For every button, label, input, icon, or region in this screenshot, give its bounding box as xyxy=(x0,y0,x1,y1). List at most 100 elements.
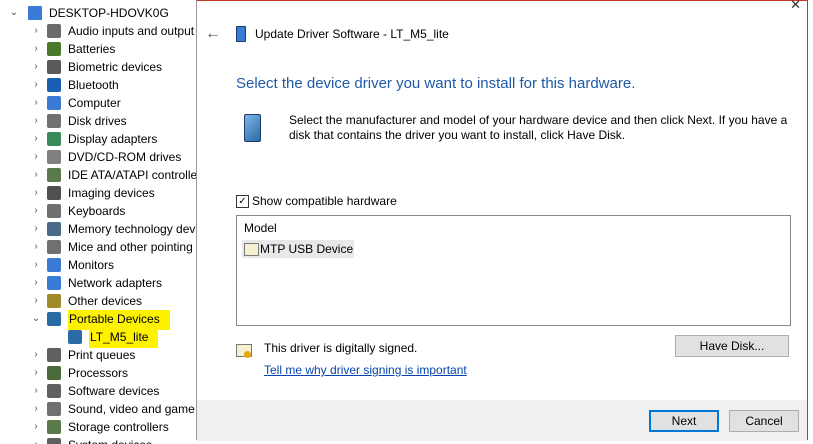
chevron-right-icon[interactable]: › xyxy=(30,418,42,436)
chevron-down-icon[interactable]: ⌄ xyxy=(8,4,20,22)
ide-controller-icon xyxy=(47,168,61,182)
tree-item-lt-m5-lite[interactable]: LT_M5_lite xyxy=(0,328,200,348)
chevron-right-icon[interactable]: › xyxy=(30,364,42,382)
tree-item-dvd-cd-rom-drives[interactable]: › DVD/CD-ROM drives xyxy=(0,148,200,166)
tree-item-memory-technology-dev[interactable]: › Memory technology dev xyxy=(0,220,200,238)
tree-item-processors[interactable]: › Processors xyxy=(0,364,200,382)
tree-item-monitors[interactable]: › Monitors xyxy=(0,256,200,274)
chevron-down-icon[interactable]: ⌄ xyxy=(30,310,42,328)
chevron-right-icon[interactable]: › xyxy=(30,382,42,400)
chevron-right-icon[interactable]: › xyxy=(30,130,42,148)
tree-item-audio-inputs-and-output[interactable]: › Audio inputs and output xyxy=(0,22,200,40)
tree-item-label: Network adapters xyxy=(68,276,163,290)
tree-item-label: DVD/CD-ROM drives xyxy=(68,150,182,164)
tree-item-computer[interactable]: › Computer xyxy=(0,94,200,112)
tree-item-batteries[interactable]: › Batteries xyxy=(0,40,200,58)
chevron-right-icon[interactable]: › xyxy=(30,202,42,220)
storage-controller-icon xyxy=(47,420,61,434)
display-adapter-icon xyxy=(47,132,61,146)
chevron-right-icon[interactable]: › xyxy=(30,40,42,58)
mouse-icon xyxy=(47,240,61,254)
bluetooth-icon xyxy=(47,78,61,92)
tree-item-imaging-devices[interactable]: › Imaging devices xyxy=(0,184,200,202)
tree-item-system-devices[interactable]: › System devices xyxy=(0,436,200,444)
close-icon[interactable]: ✕ xyxy=(790,0,801,13)
back-arrow-icon[interactable]: ← xyxy=(205,25,221,43)
tree-item-label: Batteries xyxy=(68,42,116,56)
tree-item-label: Sound, video and game xyxy=(68,402,195,416)
chevron-right-icon[interactable]: › xyxy=(30,148,42,166)
tree-item-display-adapters[interactable]: › Display adapters xyxy=(0,130,200,148)
have-disk-button[interactable]: Have Disk... xyxy=(675,335,789,357)
chevron-right-icon[interactable]: › xyxy=(30,220,42,238)
certificate-seal-icon xyxy=(244,351,251,358)
chevron-right-icon[interactable]: › xyxy=(30,166,42,184)
tree-item-label: Memory technology dev xyxy=(68,222,196,236)
dvd-drive-icon xyxy=(47,150,61,164)
tree-item-disk-drives[interactable]: › Disk drives xyxy=(0,112,200,130)
model-column-header[interactable]: Model xyxy=(244,221,277,235)
tree-item-sound-video-and-game[interactable]: › Sound, video and game xyxy=(0,400,200,418)
chevron-right-icon[interactable]: › xyxy=(30,436,42,444)
tree-item-ide-ata-atapi-controlle[interactable]: › IDE ATA/ATAPI controlle xyxy=(0,166,200,184)
chevron-right-icon[interactable]: › xyxy=(30,346,42,364)
tree-item-other-devices[interactable]: › Other devices xyxy=(0,292,200,310)
chevron-right-icon[interactable]: › xyxy=(30,112,42,130)
tree-item-keyboards[interactable]: › Keyboards xyxy=(0,202,200,220)
next-button[interactable]: Next xyxy=(649,410,719,432)
chevron-right-icon[interactable]: › xyxy=(30,76,42,94)
signed-text: This driver is digitally signed. xyxy=(264,341,418,355)
tree-root[interactable]: ⌄ DESKTOP-HDOVK0G xyxy=(0,4,200,22)
computer-icon xyxy=(47,96,61,110)
tree-item-portable-devices[interactable]: ⌄ Portable Devices xyxy=(0,310,200,330)
portable-device-icon xyxy=(68,330,82,344)
chevron-right-icon[interactable]: › xyxy=(30,94,42,112)
chevron-right-icon[interactable]: › xyxy=(30,274,42,292)
processor-icon xyxy=(47,366,61,380)
tree-item-network-adapters[interactable]: › Network adapters xyxy=(0,274,200,292)
portable-device-icon xyxy=(244,114,261,142)
tree-item-label: IDE ATA/ATAPI controlle xyxy=(68,168,198,182)
tree-item-label: Bluetooth xyxy=(68,78,119,92)
page-heading: Select the device driver you want to ins… xyxy=(236,75,636,92)
device-title-icon xyxy=(236,26,246,42)
tree-item-mice-and-other-pointing[interactable]: › Mice and other pointing xyxy=(0,238,200,256)
driver-signing-link[interactable]: Tell me why driver signing is important xyxy=(264,363,467,377)
chevron-right-icon[interactable]: › xyxy=(30,400,42,418)
device-tree: ⌄ DESKTOP-HDOVK0G › Audio inputs and outp… xyxy=(0,0,200,444)
tree-item-biometric-devices[interactable]: › Biometric devices xyxy=(0,58,200,76)
chevron-right-icon[interactable]: › xyxy=(30,292,42,310)
tree-item-label: LT_M5_lite xyxy=(89,328,159,348)
tree-item-label: Monitors xyxy=(68,258,115,272)
camera-icon xyxy=(47,186,61,200)
tree-root-label: DESKTOP-HDOVK0G xyxy=(49,6,169,20)
tree-item-storage-controllers[interactable]: › Storage controllers xyxy=(0,418,200,436)
tree-item-label: Storage controllers xyxy=(68,420,169,434)
tree-item-label: Processors xyxy=(68,366,129,380)
tree-item-label: Software devices xyxy=(68,384,160,398)
portable-device-icon xyxy=(47,312,61,326)
tree-item-label: Print queues xyxy=(68,348,136,362)
dialog-title: Update Driver Software - LT_M5_lite xyxy=(255,27,449,41)
checkbox-box[interactable]: ✓ xyxy=(236,195,249,208)
show-compatible-label: Show compatible hardware xyxy=(252,194,397,208)
chevron-right-icon[interactable]: › xyxy=(30,184,42,202)
tree-item-label: Other devices xyxy=(68,294,143,308)
chevron-right-icon[interactable]: › xyxy=(30,22,42,40)
monitor-icon xyxy=(47,258,61,272)
tree-item-print-queues[interactable]: › Print queues xyxy=(0,346,200,364)
tree-item-label: Portable Devices xyxy=(68,310,170,330)
tree-item-label: Disk drives xyxy=(68,114,127,128)
system-device-icon xyxy=(47,438,61,444)
chevron-right-icon[interactable]: › xyxy=(30,238,42,256)
chevron-right-icon[interactable]: › xyxy=(30,256,42,274)
model-list[interactable]: Model MTP USB Device xyxy=(236,215,791,326)
tree-item-bluetooth[interactable]: › Bluetooth xyxy=(0,76,200,94)
software-device-icon xyxy=(47,384,61,398)
model-list-item[interactable]: MTP USB Device xyxy=(242,240,354,258)
tree-item-software-devices[interactable]: › Software devices xyxy=(0,382,200,400)
chevron-right-icon[interactable]: › xyxy=(30,58,42,76)
cancel-button[interactable]: Cancel xyxy=(729,410,799,432)
tree-item-label: Display adapters xyxy=(68,132,158,146)
tree-item-label: Computer xyxy=(68,96,121,110)
